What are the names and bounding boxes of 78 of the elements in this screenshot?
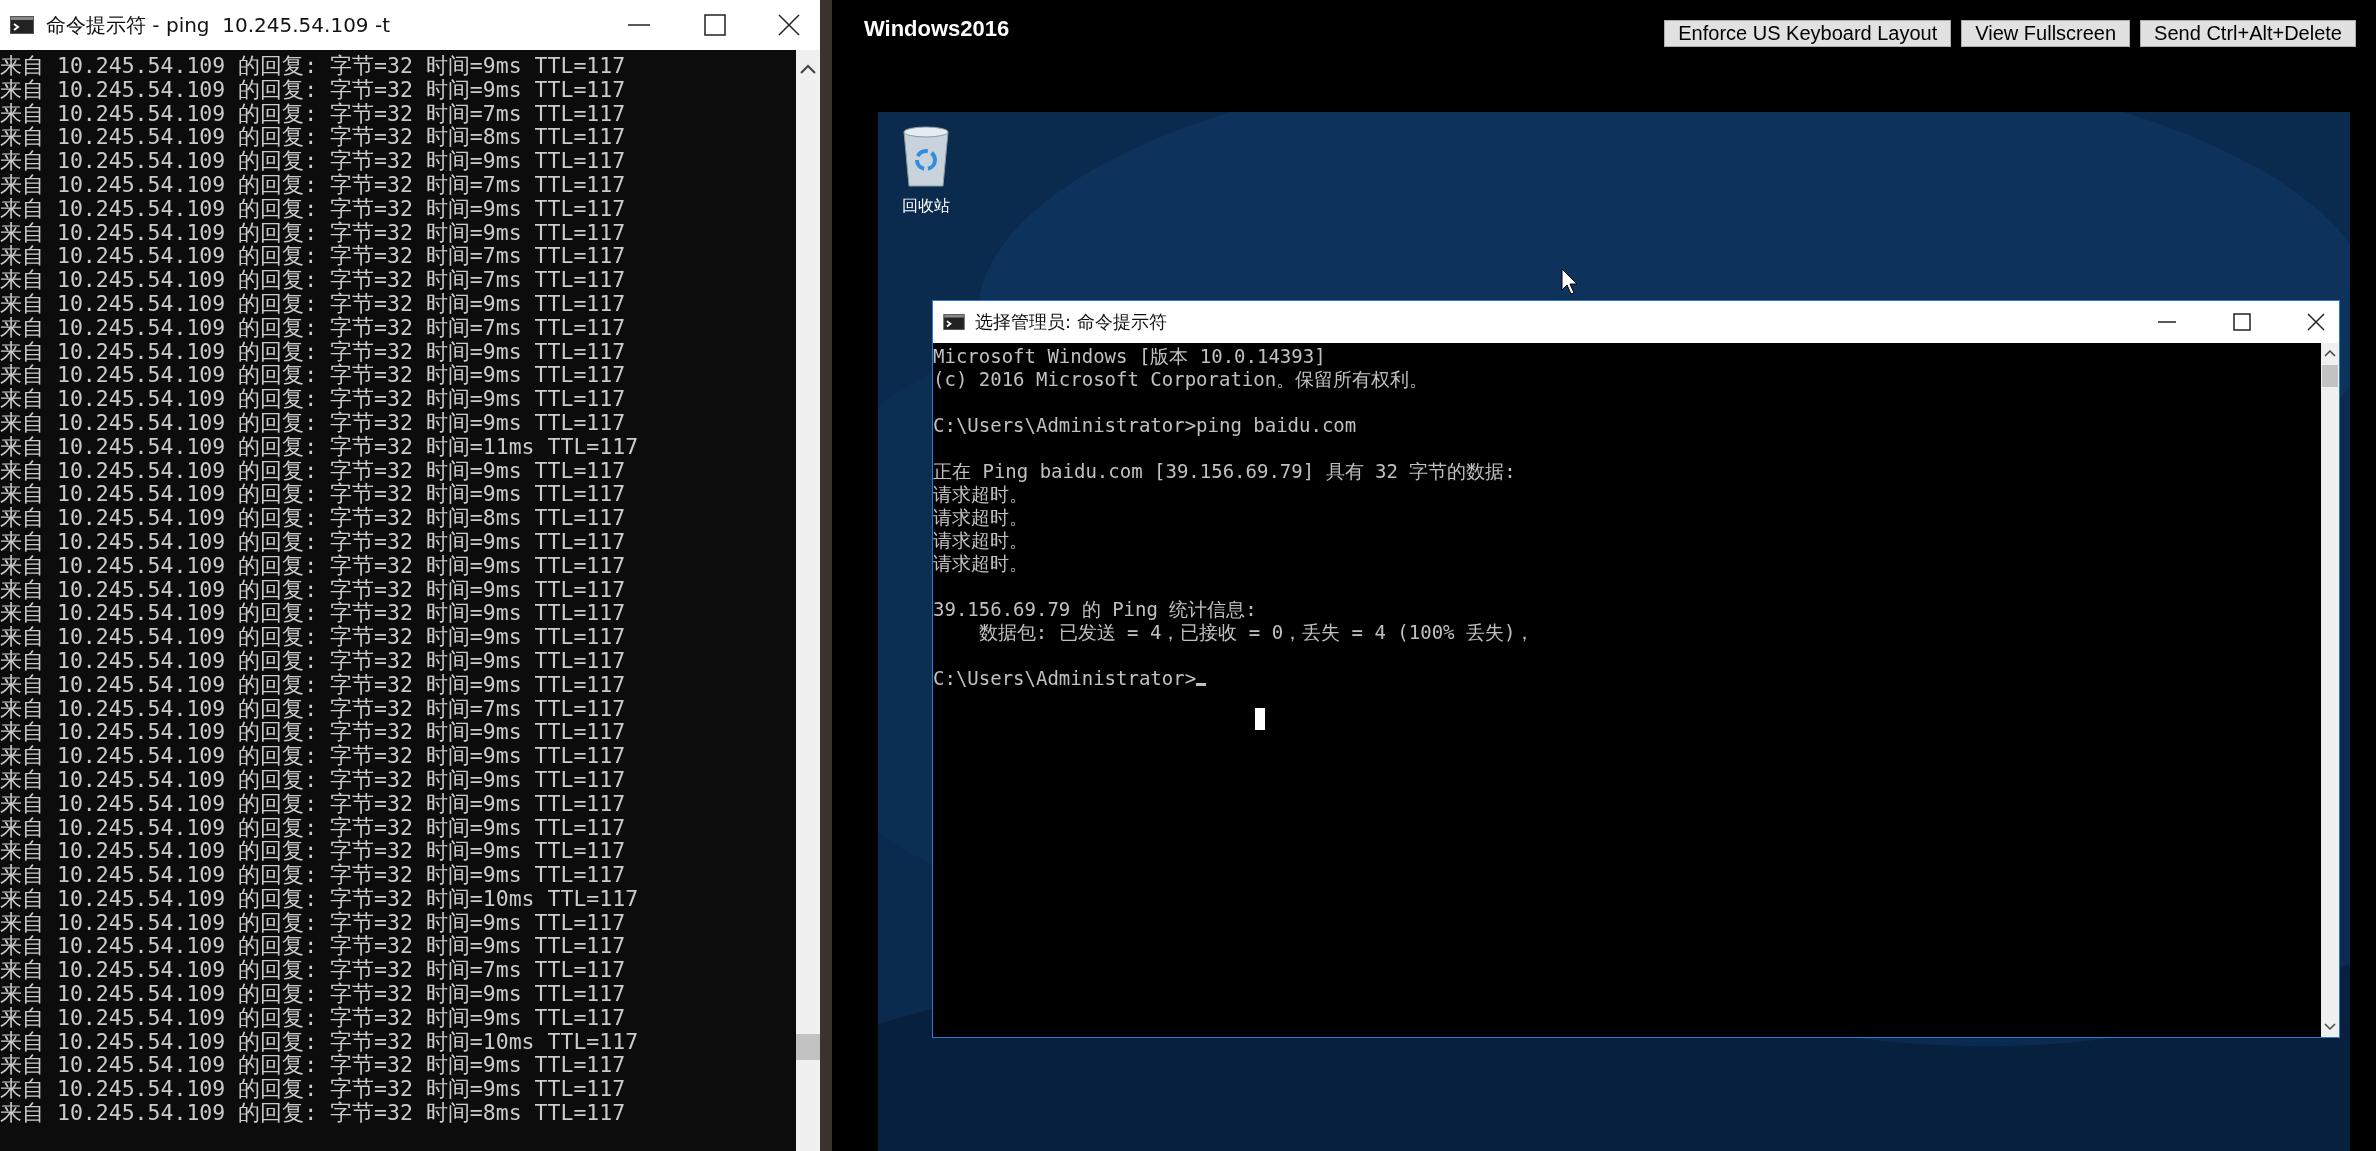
scroll-thumb[interactable] bbox=[2322, 365, 2338, 387]
console-line: 来自 10.245.54.109 的回复: 字节=32 时间=9ms TTL=117 bbox=[0, 339, 627, 364]
console-line: 来自 10.245.54.109 的回复: 字节=32 时间=7ms TTL=117 bbox=[0, 268, 627, 292]
console-line: (c) 2016 Microsoft Corporation。保留所有权利。 bbox=[933, 368, 1429, 391]
scroll-up-icon[interactable] bbox=[2324, 349, 2336, 357]
console-line: 来自 10.245.54.109 的回复: 字节=32 时间=9ms TTL=117 bbox=[0, 720, 627, 745]
console-line: 来自 10.245.54.109 的回复: 字节=32 时间=7ms TTL=117 bbox=[0, 696, 627, 721]
console-line: 来自 10.245.54.109 的回复: 字节=32 时间=7ms TTL=117 bbox=[0, 101, 627, 126]
console-line: 来自 10.245.54.109 的回复: 字节=32 时间=9ms TTL=117 bbox=[0, 934, 627, 959]
toolbar-button[interactable]: View Fullscreen bbox=[1961, 20, 2131, 47]
console-line: 来自 10.245.54.109 的回复: 字节=32 时间=7ms TTL=117 bbox=[0, 173, 627, 197]
scroll-down-icon[interactable] bbox=[2324, 1023, 2336, 1031]
console-line: C:\Users\Administrator>ping baidu.com bbox=[933, 414, 1357, 437]
console-line: 来自 10.245.54.109 的回复: 字节=32 时间=9ms TTL=117 bbox=[0, 1005, 627, 1030]
console-line: 来自 10.245.54.109 的回复: 字节=32 时间=9ms TTL=117 bbox=[0, 54, 627, 78]
console-line: 来自 10.245.54.109 的回复: 字节=32 时间=9ms TTL=117 bbox=[0, 601, 627, 626]
console-line: 来自 10.245.54.109 的回复: 字节=32 时间=9ms TTL=117 bbox=[0, 767, 627, 792]
toolbar-button[interactable]: Enforce US Keyboard Layout bbox=[1664, 20, 1952, 47]
console-line: 来自 10.245.54.109 的回复: 字节=32 时间=9ms TTL=117 bbox=[0, 482, 627, 507]
console-line: 来自 10.245.54.109 的回复: 字节=32 时间=9ms TTL=117 bbox=[0, 648, 627, 673]
console-line: 来自 10.245.54.109 的回复: 字节=32 时间=9ms TTL=117 bbox=[0, 387, 627, 411]
text-cursor bbox=[1255, 708, 1265, 730]
console-line: 请求超时。 bbox=[933, 552, 1028, 575]
console-app-icon bbox=[10, 16, 34, 34]
console-line: 来自 10.245.54.109 的回复: 字节=32 时间=9ms TTL=117 bbox=[0, 458, 627, 483]
desktop-icon[interactable]: 回收站 bbox=[898, 124, 954, 217]
console-line: 39.156.69.79 的 Ping 统计信息: bbox=[933, 598, 1257, 621]
console-line: 来自 10.245.54.109 的回复: 字节=32 时间=8ms TTL=117 bbox=[0, 1101, 627, 1125]
toolbar-button[interactable]: Send Ctrl+Alt+Delete bbox=[2140, 20, 2356, 47]
console-line: 来自 10.245.54.109 的回复: 字节=32 时间=9ms TTL=117 bbox=[0, 982, 627, 1006]
session-title: Windows2016 bbox=[864, 16, 1010, 42]
console-line: 来自 10.245.54.109 的回复: 字节=32 时间=9ms TTL=117 bbox=[0, 791, 627, 816]
console-line: 请求超时。 bbox=[933, 506, 1028, 529]
console-line: 正在 Ping baidu.com [39.156.69.79] 具有 32 字节的数据: bbox=[933, 460, 1516, 483]
scroll-thumb[interactable] bbox=[796, 1034, 820, 1060]
console-line: 来自 10.245.54.109 的回复: 字节=32 时间=9ms TTL=117 bbox=[0, 77, 627, 102]
maximize-icon[interactable] bbox=[704, 14, 726, 36]
console-line: 来自 10.245.54.109 的回复: 字节=32 时间=9ms TTL=117 bbox=[0, 1077, 627, 1102]
console-line: 来自 10.245.54.109 的回复: 字节=32 时间=9ms TTL=117 bbox=[0, 672, 627, 697]
console-line: 来自 10.245.54.109 的回复: 字节=32 时间=9ms TTL=117 bbox=[0, 910, 627, 935]
close-icon[interactable] bbox=[2307, 313, 2325, 331]
window-title: 命令提示符 - ping 10.245.54.109 -t bbox=[46, 11, 390, 39]
console-line: 来自 10.245.54.109 的回复: 字节=32 时间=9ms TTL=117 bbox=[0, 625, 627, 649]
close-icon[interactable] bbox=[778, 14, 800, 36]
console-line: 来自 10.245.54.109 的回复: 字节=32 时间=9ms TTL=117 bbox=[0, 220, 627, 245]
console-line: 来自 10.245.54.109 的回复: 字节=32 时间=7ms TTL=117 bbox=[0, 244, 627, 269]
console-line: 来自 10.245.54.109 的回复: 字节=32 时间=9ms TTL=117 bbox=[0, 291, 627, 316]
console-line: 来自 10.245.54.109 的回复: 字节=32 时间=11ms TTL=117 bbox=[0, 434, 640, 459]
console-line: 请求超时。 bbox=[933, 483, 1028, 506]
console-line: 来自 10.245.54.109 的回复: 字节=32 时间=9ms TTL=117 bbox=[0, 410, 627, 435]
console-line: 来自 10.245.54.109 的回复: 字节=32 时间=8ms TTL=117 bbox=[0, 125, 627, 150]
console-line: 来自 10.245.54.109 的回复: 字节=32 时间=9ms TTL=117 bbox=[0, 1053, 627, 1078]
console-line: 请求超时。 bbox=[933, 529, 1028, 552]
scroll-up-icon[interactable] bbox=[800, 64, 816, 74]
console-line: 来自 10.245.54.109 的回复: 字节=32 时间=9ms TTL=117 bbox=[0, 196, 627, 221]
console-line: 来自 10.245.54.109 的回复: 字节=32 时间=9ms TTL=117 bbox=[0, 815, 627, 840]
icon-label: 回收站 bbox=[902, 196, 950, 217]
console-line: 数据包: 已发送 = 4，已接收 = 0，丢失 = 4 (100% 丢失)， bbox=[977, 621, 1535, 644]
console-line: 来自 10.245.54.109 的回复: 字节=32 时间=9ms TTL=117 bbox=[0, 529, 627, 554]
console-line: Microsoft Windows [版本 10.0.14393] bbox=[933, 345, 1326, 368]
console-line: 来自 10.245.54.109 的回复: 字节=32 时间=9ms TTL=117 bbox=[0, 839, 627, 864]
mouse-cursor-icon bbox=[1561, 268, 1579, 296]
console-line: 来自 10.245.54.109 的回复: 字节=32 时间=9ms TTL=117 bbox=[0, 863, 627, 887]
console-line: 来自 10.245.54.109 的回复: 字节=32 时间=8ms TTL=117 bbox=[0, 506, 627, 530]
console-app-icon bbox=[943, 314, 965, 330]
console-line: 来自 10.245.54.109 的回复: 字节=32 时间=7ms TTL=117 bbox=[0, 958, 627, 983]
console-line: 来自 10.245.54.109 的回复: 字节=32 时间=7ms TTL=117 bbox=[0, 315, 627, 340]
window-title: 选择管理员: 命令提示符 bbox=[975, 310, 1167, 334]
text-cursor bbox=[1196, 683, 1207, 686]
console-line: C:\Users\Administrator> bbox=[933, 667, 1197, 690]
console-line: 来自 10.245.54.109 的回复: 字节=32 时间=9ms TTL=117 bbox=[0, 577, 627, 602]
console-line: 来自 10.245.54.109 的回复: 字节=32 时间=9ms TTL=117 bbox=[0, 149, 627, 173]
console-line: 来自 10.245.54.109 的回复: 字节=32 时间=10ms TTL=117 bbox=[0, 1029, 640, 1054]
console-line: 来自 10.245.54.109 的回复: 字节=32 时间=10ms TTL=117 bbox=[0, 886, 640, 911]
console-line: 来自 10.245.54.109 的回复: 字节=32 时间=9ms TTL=117 bbox=[0, 553, 627, 578]
console-line: 来自 10.245.54.109 的回复: 字节=32 时间=9ms TTL=117 bbox=[0, 363, 627, 388]
console-line: 来自 10.245.54.109 的回复: 字节=32 时间=9ms TTL=117 bbox=[0, 744, 627, 768]
maximize-icon[interactable] bbox=[2233, 313, 2251, 331]
